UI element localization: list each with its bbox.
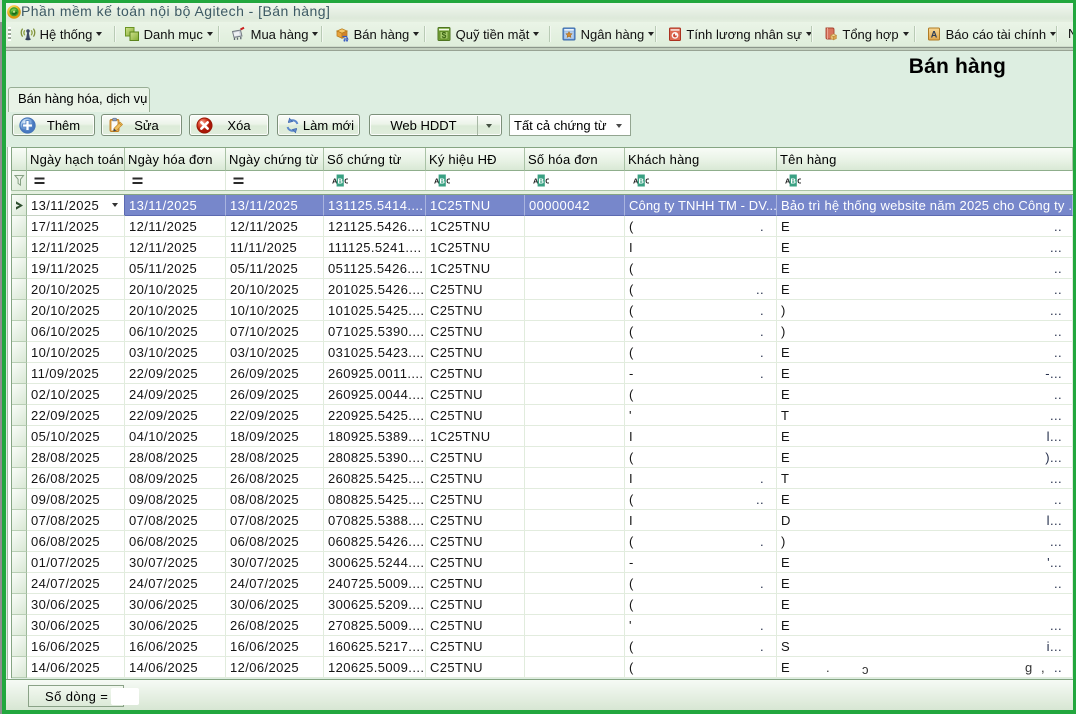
svg-text:B: B [337,177,343,186]
svg-text:C: C [645,177,649,186]
svg-text:C: C [446,177,450,186]
svg-text:B: B [638,177,644,186]
svg-text:C: C [545,177,549,186]
svg-text:B: B [538,177,544,186]
svg-text:B: B [439,177,445,186]
svg-text:B: B [790,177,796,186]
svg-text:A: A [931,30,938,40]
svg-text:$: $ [442,30,447,40]
svg-text:C: C [797,177,801,186]
svg-text:C: C [344,177,348,186]
